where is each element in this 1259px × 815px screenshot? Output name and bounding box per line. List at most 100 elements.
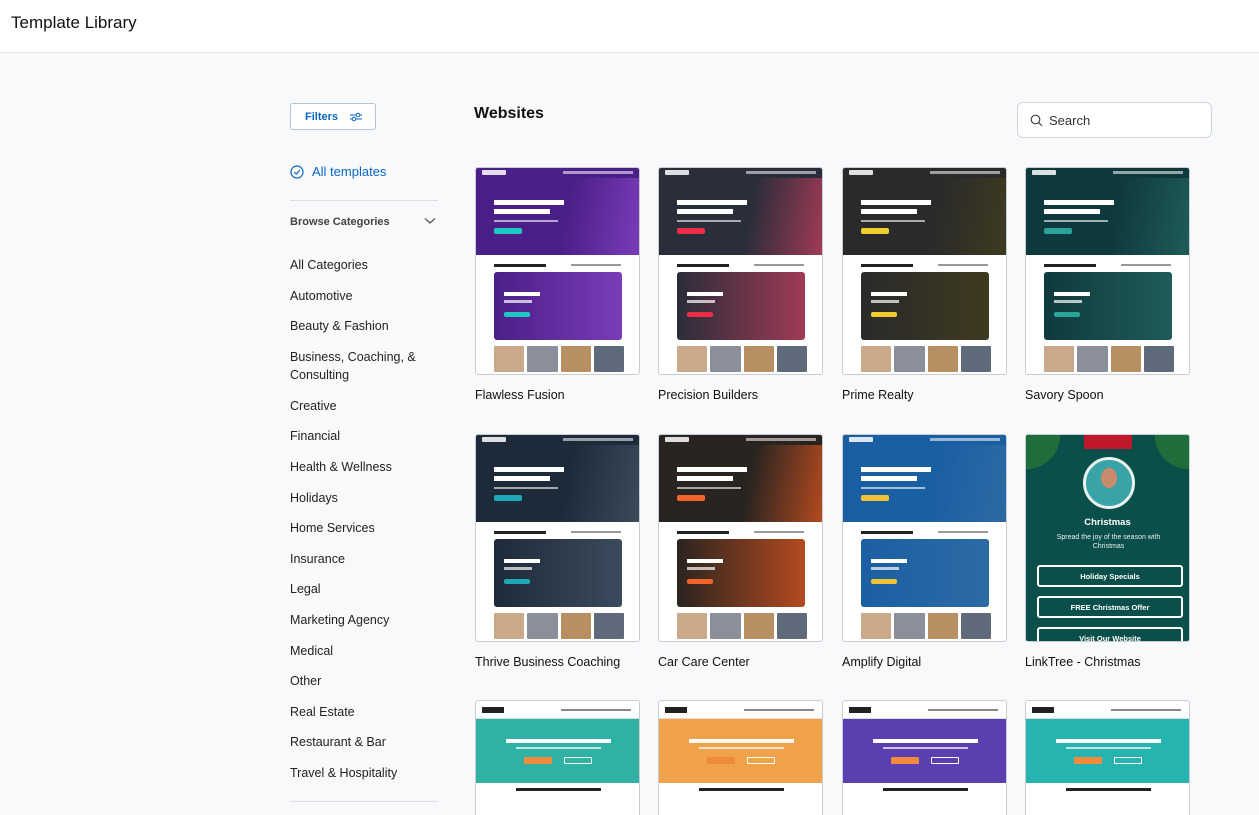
category-item[interactable]: Other	[290, 672, 438, 690]
thumb-logo	[849, 170, 873, 175]
thumb-photo	[1044, 346, 1075, 372]
template-thumbnail[interactable]	[658, 700, 823, 815]
thumb-links	[930, 171, 1000, 174]
category-item[interactable]: Home Services	[290, 519, 438, 537]
thumb-text	[571, 264, 621, 266]
template-thumbnail[interactable]	[842, 434, 1007, 642]
holiday-specials-button[interactable]: Holiday Specials	[1037, 565, 1183, 587]
search-input[interactable]: Search	[1017, 102, 1212, 138]
template-card[interactable]: Savory Spoon	[1025, 167, 1190, 402]
template-name[interactable]: LinkTree - Christmas	[1025, 655, 1190, 669]
thumb-links	[1113, 171, 1183, 174]
template-thumbnail[interactable]	[658, 434, 823, 642]
thumb-cta	[1044, 228, 1072, 234]
category-item[interactable]: Holidays	[290, 489, 438, 507]
thumb-nav	[1026, 701, 1189, 719]
template-thumbnail[interactable]	[1025, 700, 1190, 815]
thumb-heading	[883, 788, 968, 791]
thumb-panel-button	[687, 312, 713, 317]
browse-categories-label: Browse Categories	[290, 216, 390, 228]
template-thumbnail[interactable]	[475, 167, 640, 375]
thumb-headline	[494, 200, 564, 205]
thumb-photos	[494, 346, 624, 372]
template-name[interactable]: Amplify Digital	[842, 655, 1007, 669]
thumb-nav	[476, 168, 639, 178]
template-card[interactable]: Precision Builders	[658, 167, 823, 402]
thumb-panel-title	[504, 559, 540, 563]
template-card[interactable]: Thrive Business Coaching	[475, 434, 640, 669]
category-item[interactable]: Creative	[290, 397, 438, 415]
template-thumbnail[interactable]	[1025, 167, 1190, 375]
thumb-panel-text	[687, 300, 715, 303]
template-thumbnail[interactable]	[475, 700, 640, 815]
template-name[interactable]: Thrive Business Coaching	[475, 655, 640, 669]
template-name[interactable]: Precision Builders	[658, 388, 823, 402]
thumb-logo	[849, 437, 873, 442]
thumb-panel-text	[1054, 300, 1082, 303]
template-name[interactable]: Prime Realty	[842, 388, 1007, 402]
category-item[interactable]: Travel & Hospitality	[290, 764, 438, 782]
thumb-cta	[747, 757, 775, 764]
thumb-panel	[861, 272, 989, 340]
template-card[interactable]: Prime Realty	[842, 167, 1007, 402]
template-card[interactable]: Flawless Fusion	[475, 167, 640, 402]
template-name[interactable]: Flawless Fusion	[475, 388, 640, 402]
thumb-logo	[665, 170, 689, 175]
thumb-logo	[665, 707, 687, 713]
template-card[interactable]: Car Care Center	[658, 434, 823, 669]
category-item[interactable]: Financial	[290, 427, 438, 445]
thumb-panel-text	[504, 300, 532, 303]
thumb-text	[938, 531, 988, 533]
category-item[interactable]: Restaurant & Bar	[290, 733, 438, 751]
thumb-photo	[1143, 346, 1174, 372]
thumb-panel-button	[1054, 312, 1080, 317]
thumb-cta	[677, 228, 705, 234]
template-card[interactable]	[475, 700, 640, 815]
thumb-hero	[659, 719, 822, 783]
thumb-photo	[894, 613, 925, 639]
category-item[interactable]: Medical	[290, 642, 438, 660]
template-card[interactable]: Amplify Digital	[842, 434, 1007, 669]
category-item[interactable]: Marketing Agency	[290, 611, 438, 629]
category-item[interactable]: Health & Wellness	[290, 458, 438, 476]
template-thumbnail[interactable]	[658, 167, 823, 375]
template-thumbnail[interactable]: Christmas Spread the joy of the season w…	[1025, 434, 1190, 642]
thumb-cta	[494, 228, 522, 234]
filters-button[interactable]: Filters	[290, 103, 376, 130]
thumb-panel-title	[871, 559, 907, 563]
category-item[interactable]: All Categories	[290, 256, 438, 274]
category-item[interactable]: Real Estate	[290, 703, 438, 721]
template-thumbnail[interactable]	[842, 167, 1007, 375]
template-card[interactable]	[658, 700, 823, 815]
avatar	[1083, 457, 1135, 509]
thumb-headline	[1044, 200, 1114, 205]
thumb-subtext	[677, 487, 741, 489]
template-thumbnail[interactable]	[475, 434, 640, 642]
template-card[interactable]	[842, 700, 1007, 815]
thumb-subtext	[1044, 220, 1108, 222]
template-thumbnail[interactable]	[842, 700, 1007, 815]
category-item[interactable]: Automotive	[290, 287, 438, 305]
thumb-links	[744, 709, 814, 711]
template-card[interactable]	[1025, 700, 1190, 815]
thumb-panel	[494, 272, 622, 340]
thumb-photo	[593, 346, 624, 372]
thumb-hero	[476, 178, 639, 255]
thumb-photo	[861, 346, 892, 372]
thumb-photos	[861, 346, 991, 372]
browse-categories-toggle[interactable]: Browse Categories	[290, 216, 438, 228]
template-name[interactable]: Car Care Center	[658, 655, 823, 669]
all-templates-link[interactable]: All templates	[290, 164, 386, 179]
search-placeholder: Search	[1049, 112, 1091, 128]
category-item[interactable]: Insurance	[290, 550, 438, 568]
visit-website-button[interactable]: Visit Our Website	[1037, 627, 1183, 641]
category-item[interactable]: Legal	[290, 580, 438, 598]
category-item[interactable]: Beauty & Fashion	[290, 317, 438, 335]
template-name[interactable]: Savory Spoon	[1025, 388, 1190, 402]
thumb-heading	[494, 264, 546, 267]
christmas-offer-button[interactable]: FREE Christmas Offer	[1037, 596, 1183, 618]
category-item[interactable]: Business, Coaching, & Consulting	[290, 348, 438, 384]
thumb-photo	[894, 346, 925, 372]
template-card[interactable]: Christmas Spread the joy of the season w…	[1025, 434, 1190, 669]
thumb-subtext	[699, 747, 784, 749]
